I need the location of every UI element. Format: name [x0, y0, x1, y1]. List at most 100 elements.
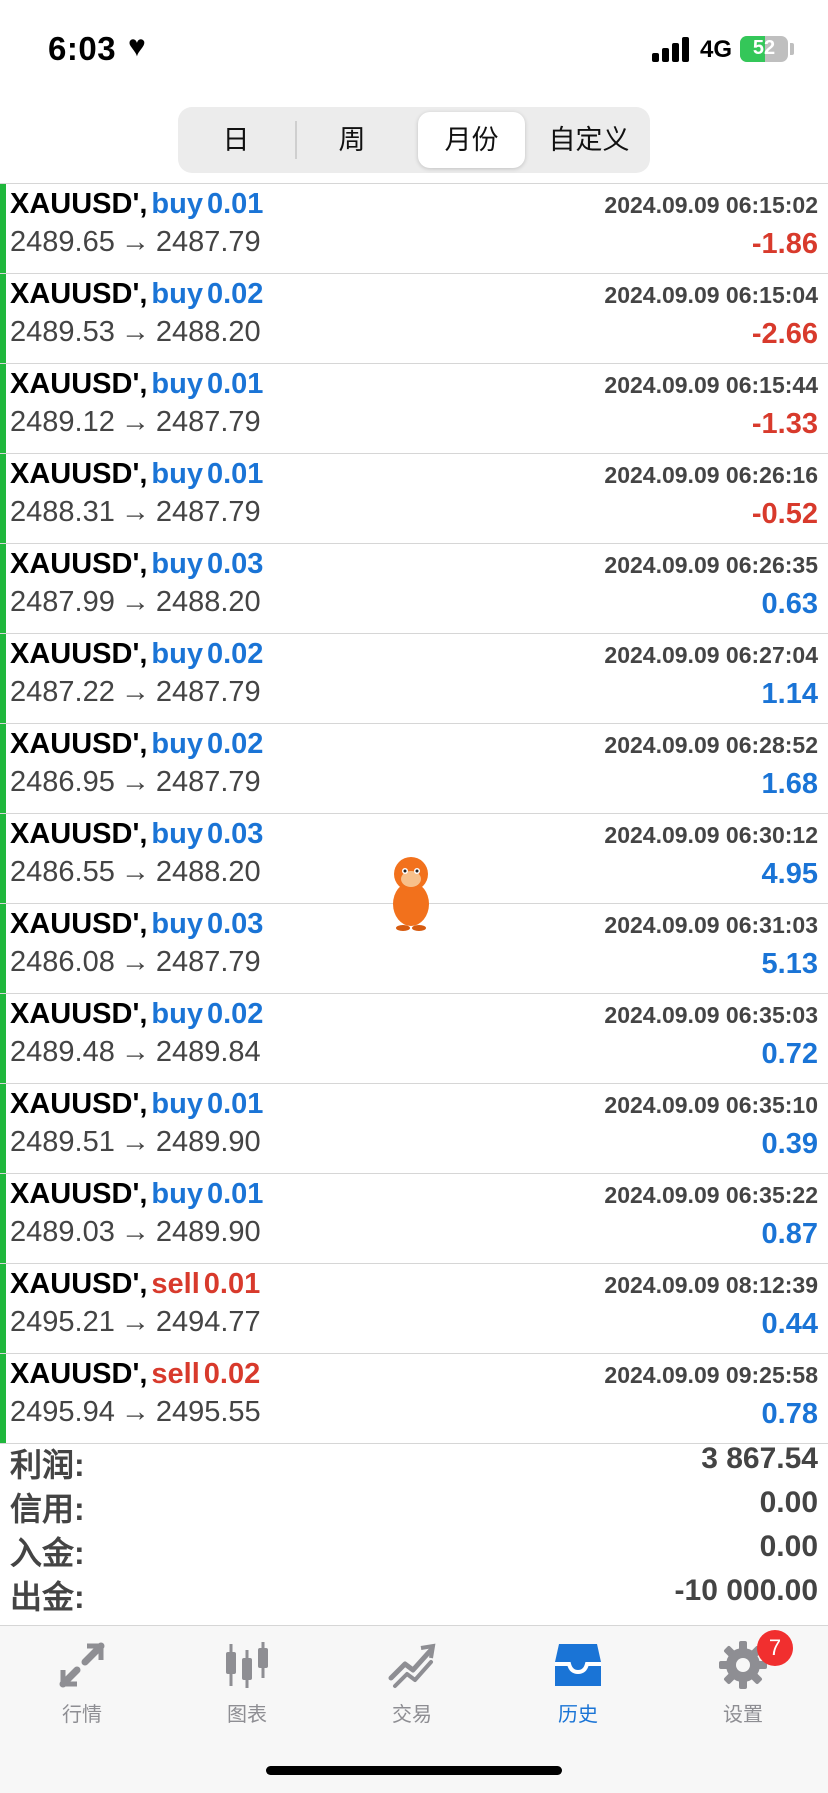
trade-symbol-line: XAUUSD', sell 0.01	[10, 1268, 260, 1301]
position-indicator-bar	[0, 1084, 6, 1173]
trade-side: buy	[151, 188, 203, 220]
trade-volume: 0.01	[203, 1268, 261, 1300]
trade-prices: 2495.94 → 2495.55	[10, 1396, 261, 1429]
trade-history-list: XAUUSD', buy 0.01 2489.65 → 2487.79 2024.09.09…	[0, 183, 828, 1444]
trade-date: 2024.09.09 06:35:10	[604, 1092, 818, 1118]
position-indicator-bar	[0, 1174, 6, 1263]
tab-chart[interactable]: 图表	[187, 1640, 307, 1740]
tab-quotes-label: 行情	[62, 1704, 102, 1726]
trade-symbol: XAUUSD',	[10, 638, 148, 670]
table-row[interactable]: XAUUSD', buy 0.02 2489.48 → 2489.84 2024.09.09…	[0, 994, 828, 1084]
trade-date: 2024.09.09 06:15:04	[604, 282, 818, 308]
table-row[interactable]: XAUUSD', sell 0.02 2495.94 → 2495.55 2024.09.0…	[0, 1354, 828, 1444]
trade-prices: 2489.48 → 2489.84	[10, 1036, 261, 1069]
heart-icon: ♥	[128, 30, 146, 63]
account-summary: 利润: 3 867.54 信用: 0.00 入金: 0.00 出金: -10 0…	[0, 1438, 828, 1615]
trade-profit: -1.86	[751, 228, 818, 260]
trade-side: buy	[151, 908, 203, 940]
trade-prices: 2486.08 → 2487.79	[10, 946, 261, 979]
floating-mascot-icon[interactable]	[386, 852, 436, 932]
trade-symbol-line: XAUUSD', buy 0.02	[10, 998, 263, 1031]
segment-day[interactable]: 日	[184, 112, 288, 168]
table-row[interactable]: XAUUSD', buy 0.02 2489.53 → 2488.20 2024.09.09…	[0, 274, 828, 364]
segment-month[interactable]: 月份	[418, 112, 525, 168]
table-row[interactable]: XAUUSD', buy 0.01 2488.31 → 2487.79 2024.09.09…	[0, 454, 828, 544]
table-row[interactable]: XAUUSD', buy 0.01 2489.12 → 2487.79 2024.09.09…	[0, 364, 828, 454]
network-type: 4G	[700, 36, 733, 63]
trade-volume: 0.01	[206, 1088, 264, 1120]
open-price: 2489.03	[10, 1216, 115, 1248]
summary-credit-row: 信用: 0.00	[0, 1482, 828, 1527]
summary-deposit-row: 入金: 0.00	[0, 1526, 828, 1571]
close-price: 2488.20	[155, 316, 261, 348]
open-price: 2489.12	[10, 406, 115, 438]
segment-week[interactable]: 周	[300, 112, 404, 168]
trade-symbol-line: XAUUSD', buy 0.01	[10, 1088, 263, 1121]
summary-credit-value: 0.00	[759, 1486, 818, 1519]
trade-date: 2024.09.09 08:12:39	[604, 1272, 818, 1298]
table-row[interactable]: XAUUSD', buy 0.02 2486.95 → 2487.79 2024.09.09…	[0, 724, 828, 814]
trade-profit: -2.66	[751, 318, 818, 350]
trade-date: 2024.09.09 06:26:35	[604, 552, 818, 578]
trade-symbol: XAUUSD',	[10, 1178, 148, 1210]
home-indicator[interactable]	[266, 1766, 562, 1775]
table-row[interactable]: XAUUSD', buy 0.01 2489.51 → 2489.90 2024.09.09…	[0, 1084, 828, 1174]
trade-prices: 2487.22 → 2487.79	[10, 676, 261, 709]
close-price: 2487.79	[155, 226, 261, 258]
trade-prices: 2495.21 → 2494.77	[10, 1306, 261, 1339]
table-row[interactable]: XAUUSD', buy 0.03 2487.99 → 2488.20 2024.09.09…	[0, 544, 828, 634]
table-row[interactable]: XAUUSD', sell 0.01 2495.21 → 2494.77 2024.09.0…	[0, 1264, 828, 1354]
trade-date: 2024.09.09 06:35:03	[604, 1002, 818, 1028]
trade-date: 2024.09.09 06:15:44	[604, 372, 818, 398]
tab-quotes[interactable]: 行情	[22, 1640, 142, 1740]
summary-profit-label: 利润:	[10, 1447, 85, 1483]
status-time: 6:03	[48, 30, 117, 67]
close-price: 2487.79	[155, 406, 261, 438]
trade-profit: 5.13	[761, 948, 818, 980]
trade-volume: 0.03	[206, 908, 264, 940]
price-arrow-icon: →	[120, 1396, 150, 1428]
trade-symbol: XAUUSD',	[10, 548, 148, 580]
settings-notification-badge: 7	[757, 1630, 793, 1666]
price-arrow-icon: →	[120, 226, 150, 258]
table-row[interactable]: XAUUSD', buy 0.02 2487.22 → 2487.79 2024.09.09…	[0, 634, 828, 724]
trade-symbol-line: XAUUSD', buy 0.01	[10, 188, 263, 221]
open-price: 2488.31	[10, 496, 115, 528]
trade-volume: 0.03	[206, 548, 264, 580]
price-arrow-icon: →	[120, 946, 150, 978]
table-row[interactable]: XAUUSD', buy 0.01 2489.65 → 2487.79 2024.09.09…	[0, 183, 828, 274]
price-arrow-icon: →	[120, 1126, 150, 1158]
trade-side: buy	[151, 1088, 203, 1120]
trade-symbol: XAUUSD',	[10, 998, 148, 1030]
tab-trade[interactable]: 交易	[352, 1640, 472, 1740]
close-price: 2487.79	[155, 496, 261, 528]
trade-symbol: XAUUSD',	[10, 278, 148, 310]
trade-trend-icon	[388, 1643, 436, 1688]
trade-volume: 0.01	[206, 188, 264, 220]
trade-symbol: XAUUSD',	[10, 818, 148, 850]
price-arrow-icon: →	[120, 1036, 150, 1068]
segment-divider	[295, 121, 297, 159]
position-indicator-bar	[0, 1354, 6, 1443]
trade-profit: 0.72	[761, 1038, 818, 1070]
table-row[interactable]: XAUUSD', buy 0.01 2489.03 → 2489.90 2024.09.09…	[0, 1174, 828, 1264]
trade-prices: 2489.12 → 2487.79	[10, 406, 261, 439]
close-price: 2488.20	[155, 586, 261, 618]
tab-history[interactable]: 历史	[518, 1640, 638, 1740]
segment-custom[interactable]: 自定义	[534, 112, 644, 168]
trade-side: sell	[151, 1358, 200, 1390]
position-indicator-bar	[0, 274, 6, 363]
position-indicator-bar	[0, 634, 6, 723]
trade-profit: 0.87	[761, 1218, 818, 1250]
trade-profit: -0.52	[751, 498, 818, 530]
price-arrow-icon: →	[120, 586, 150, 618]
trade-date: 2024.09.09 06:26:16	[604, 462, 818, 488]
tab-settings-label: 设置	[723, 1704, 763, 1726]
trade-profit: 4.95	[761, 858, 818, 890]
close-price: 2495.55	[155, 1396, 261, 1428]
trade-symbol-line: XAUUSD', buy 0.02	[10, 728, 263, 761]
price-arrow-icon: →	[120, 406, 150, 438]
summary-deposit-value: 0.00	[759, 1530, 818, 1563]
quotes-arrows-icon	[59, 1642, 105, 1688]
position-indicator-bar	[0, 724, 6, 813]
